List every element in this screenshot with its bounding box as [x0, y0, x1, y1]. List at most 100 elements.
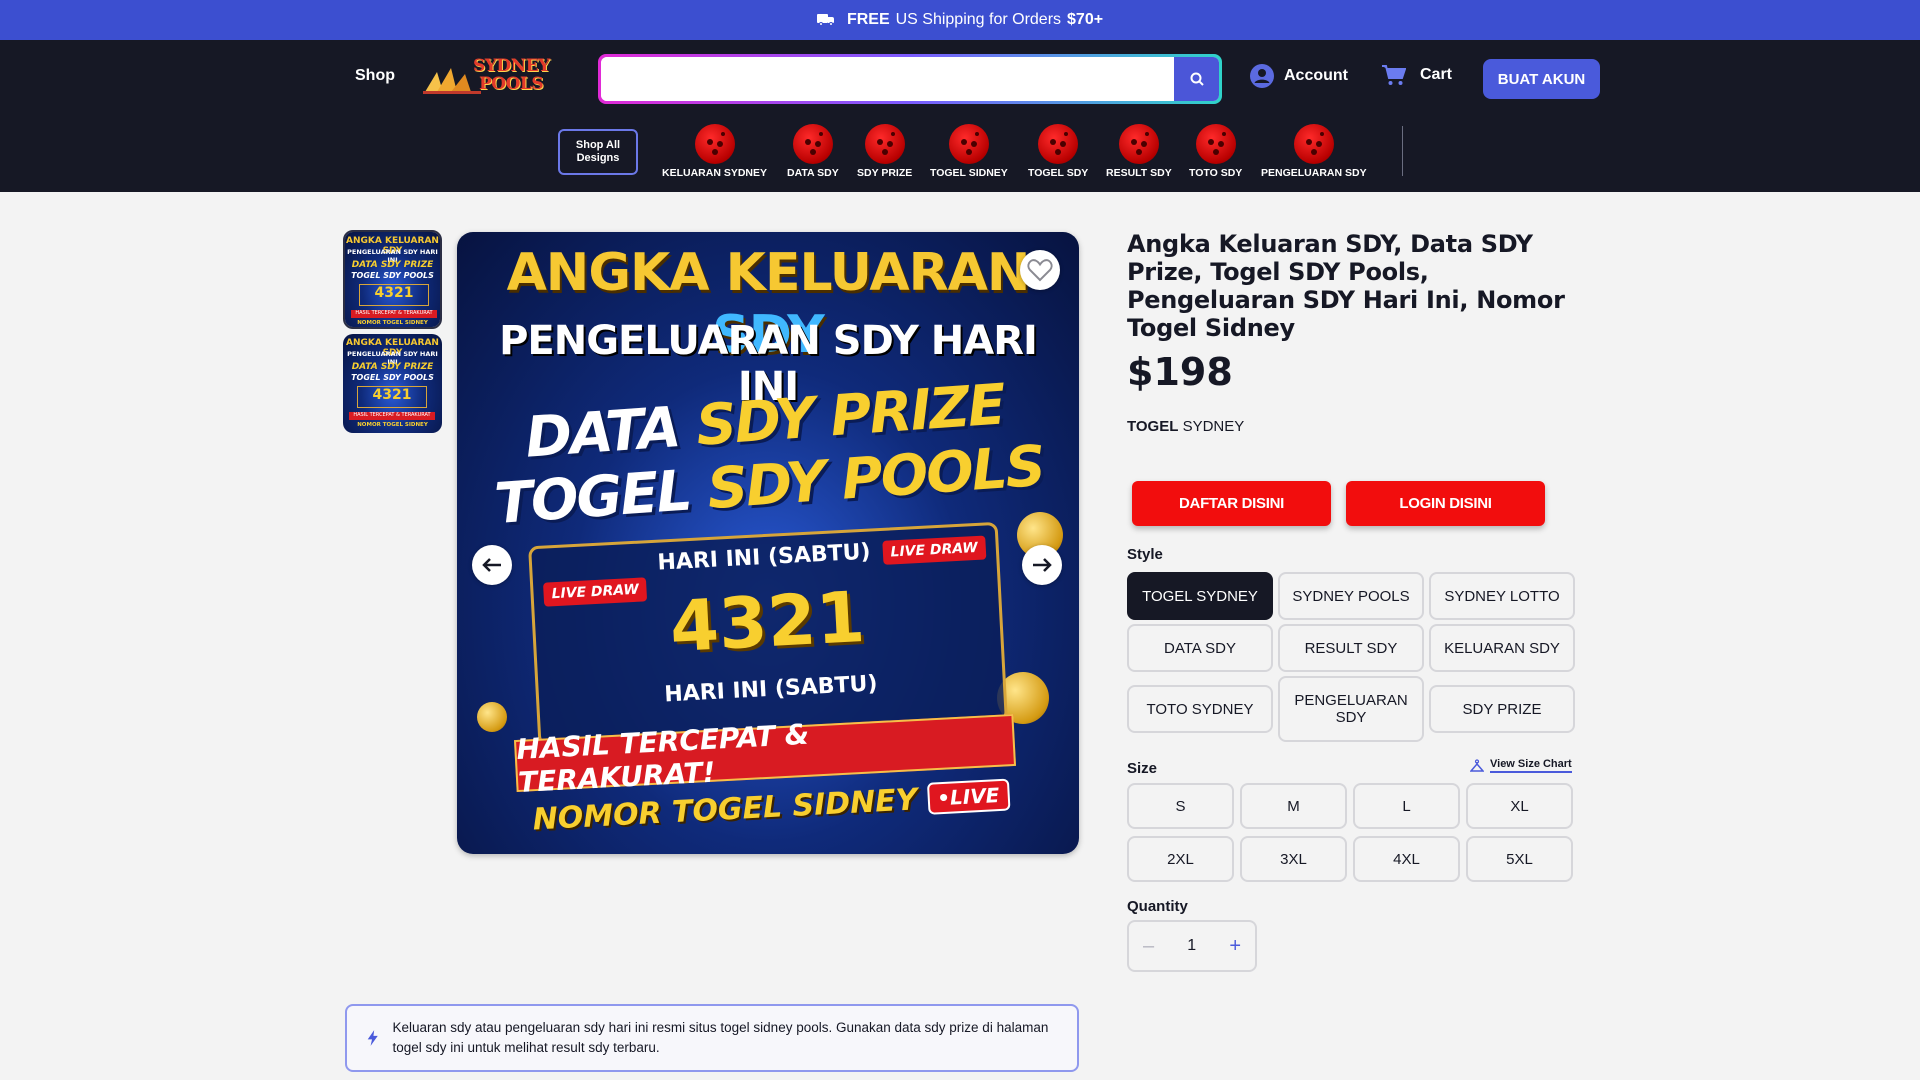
quantity-decrease-button[interactable]: –	[1143, 935, 1154, 958]
shop-all-line2: Designs	[576, 152, 620, 164]
promo-text: US Shipping for Orders	[895, 11, 1062, 28]
thumb-line5: HASIL TERCEPAT & TERAKURAT	[351, 310, 437, 318]
account-label: Account	[1284, 67, 1348, 84]
style-option-toto-sydney[interactable]: TOTO SYDNEY	[1127, 685, 1273, 733]
style-option-data-sdy[interactable]: DATA SDY	[1127, 624, 1273, 672]
quantity-label: Quantity	[1127, 898, 1188, 915]
truck-icon	[816, 14, 835, 26]
arrow-right-icon	[1033, 558, 1052, 572]
style-option-result-sdy[interactable]: RESULT SDY	[1278, 624, 1424, 672]
cart-icon	[1382, 65, 1406, 85]
category-result-sdy[interactable]: RESULT SDY	[1106, 124, 1172, 179]
product-main-image[interactable]: ANGKA KELUARAN SDY PENGELUARAN SDY HARI …	[457, 232, 1079, 854]
thumb-number: 4321	[357, 386, 427, 408]
category-togel-sdy[interactable]: TOGEL SDY	[1028, 124, 1088, 179]
shop-link[interactable]: Shop	[355, 67, 395, 85]
hanger-icon	[1470, 758, 1484, 772]
shop-all-designs-button[interactable]: Shop All Designs	[558, 129, 638, 175]
thumbnail-image: ANGKA KELUARAN SDY PENGELUARAN SDY HARI …	[343, 334, 442, 433]
size-option-xl[interactable]: XL	[1466, 783, 1573, 829]
gallery-next-button[interactable]	[1022, 545, 1062, 585]
thumb-number: 4321	[359, 284, 429, 306]
style-option-sydney-lotto[interactable]: SYDNEY LOTTO	[1429, 572, 1575, 620]
category-data-sdy[interactable]: DATA SDY	[787, 124, 839, 179]
vendor-bold: TOGEL	[1127, 418, 1179, 435]
banner-nomor: NOMOR TOGEL SIDNEY	[531, 781, 919, 837]
site-logo[interactable]: SYDNEY POOLS	[423, 56, 551, 98]
size-option-l[interactable]: L	[1353, 783, 1460, 829]
ball-icon	[1195, 124, 1236, 164]
coin-decoration	[477, 702, 507, 732]
ball-icon	[864, 124, 905, 164]
banner-line1: ANGKA KELUARAN	[506, 243, 1031, 303]
category-togel-sidney[interactable]: TOGEL SIDNEY	[930, 124, 1008, 179]
style-option-pengeluaran-sdy[interactable]: PENGELUARAN SDY	[1278, 676, 1424, 742]
description-notice: Keluaran sdy atau pengeluaran sdy hari i…	[345, 1004, 1079, 1072]
search-icon	[1190, 72, 1204, 86]
style-option-keluaran-sdy[interactable]: KELUARAN SDY	[1429, 624, 1575, 672]
shop-all-line1: Shop All	[575, 139, 621, 151]
quantity-stepper: – 1 +	[1127, 920, 1257, 972]
description-text: Keluaran sdy atau pengeluaran sdy hari i…	[392, 1020, 1049, 1055]
thumb-line3: DATA SDY PRIZE	[351, 362, 434, 372]
category-sdy-prize[interactable]: SDY PRIZE	[857, 124, 912, 179]
style-option-sdy-prize[interactable]: SDY PRIZE	[1429, 685, 1575, 733]
size-option-4xl[interactable]: 4XL	[1353, 836, 1460, 882]
ball-icon	[948, 124, 989, 164]
category-label: TOGEL SDY	[1028, 167, 1089, 179]
cart-label: Cart	[1420, 66, 1453, 83]
thumb-line6: NOMOR TOGEL SIDNEY	[357, 320, 428, 326]
vendor-rest: SYDNEY	[1178, 418, 1245, 435]
size-option-2xl[interactable]: 2XL	[1127, 836, 1234, 882]
category-keluaran-sydney[interactable]: KELUARAN SYDNEY	[662, 124, 767, 179]
category-label: RESULT SDY	[1106, 167, 1172, 179]
product-vendor[interactable]: TOGEL SYDNEY	[1127, 418, 1244, 435]
size-option-m[interactable]: M	[1240, 783, 1347, 829]
thumb-line5: HASIL TERCEPAT & TERAKURAT	[349, 412, 435, 420]
category-toto-sdy[interactable]: TOTO SDY	[1189, 124, 1242, 179]
style-option-togel-sydney[interactable]: TOGEL SYDNEY	[1127, 572, 1273, 620]
daftar-button[interactable]: DAFTAR DISINI	[1132, 481, 1331, 526]
heart-icon	[1027, 259, 1053, 282]
create-account-button[interactable]: BUAT AKUN	[1483, 59, 1600, 99]
ball-icon	[1038, 124, 1079, 164]
product-banner: ANGKA KELUARAN SDY PENGELUARAN SDY HARI …	[457, 232, 1079, 854]
thumb-line3: DATA SDY PRIZE	[351, 260, 434, 270]
style-option-sydney-pools[interactable]: SYDNEY POOLS	[1278, 572, 1424, 620]
search-button[interactable]	[1174, 57, 1219, 101]
view-size-chart-link[interactable]: View Size Chart	[1470, 758, 1572, 773]
size-chart-label: View Size Chart	[1490, 758, 1572, 773]
size-option-3xl[interactable]: 3XL	[1240, 836, 1347, 882]
ball-icon	[792, 124, 833, 164]
category-label: TOGEL SIDNEY	[930, 167, 1008, 179]
size-label: Size	[1127, 760, 1158, 777]
account-link[interactable]: Account	[1250, 64, 1348, 88]
wishlist-button[interactable]	[1020, 250, 1060, 290]
logo-text-sydney: SYDNEY	[473, 56, 550, 76]
search-input[interactable]	[601, 57, 1174, 101]
category-label: DATA SDY	[787, 167, 839, 179]
quantity-increase-button[interactable]: +	[1229, 935, 1241, 958]
arrow-left-icon	[482, 558, 501, 572]
search-bar	[598, 54, 1222, 104]
quantity-value[interactable]: 1	[1187, 937, 1196, 955]
gallery-thumbnail[interactable]: ANGKA KELUARAN SDY PENGELUARAN SDY HARI …	[343, 334, 442, 433]
category-pengeluaran-sdy[interactable]: PENGELUARAN SDY	[1261, 124, 1367, 179]
category-label: KELUARAN SYDNEY	[662, 167, 768, 179]
category-label: SDY PRIZE	[857, 167, 913, 179]
gallery-thumbnail[interactable]: ANGKA KELUARAN SDY PENGELUARAN SDY HARI …	[343, 230, 442, 329]
promo-amount: $70+	[1067, 11, 1104, 28]
thumb-line6: NOMOR TOGEL SIDNEY	[357, 422, 428, 428]
size-option-5xl[interactable]: 5XL	[1466, 836, 1573, 882]
login-button[interactable]: LOGIN DISINI	[1346, 481, 1545, 526]
category-label: TOTO SDY	[1189, 167, 1243, 179]
logo-text-pools: POOLS	[479, 74, 544, 94]
gallery-prev-button[interactable]	[472, 545, 512, 585]
style-label: Style	[1127, 546, 1163, 563]
cart-link[interactable]: Cart	[1382, 64, 1452, 86]
thumbnail-image: ANGKA KELUARAN SDY PENGELUARAN SDY HARI …	[345, 232, 440, 327]
thumb-line4: TOGEL SDY POOLS	[351, 373, 434, 382]
size-option-s[interactable]: S	[1127, 783, 1234, 829]
thumb-line4: TOGEL SDY POOLS	[351, 271, 434, 280]
user-icon	[1250, 64, 1274, 88]
